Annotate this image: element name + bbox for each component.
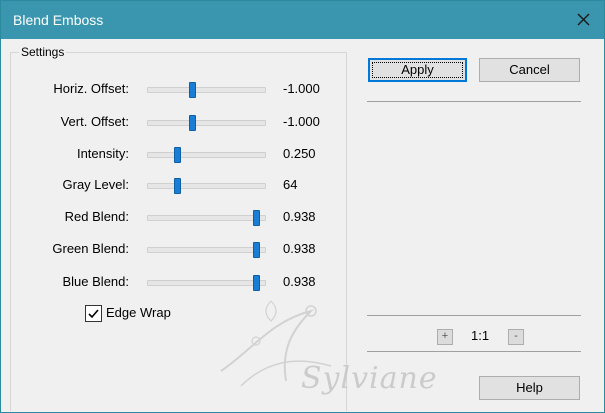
slider-label: Blue Blend: bbox=[62, 274, 130, 289]
slider-track[interactable] bbox=[147, 178, 266, 194]
window-title: Blend Emboss bbox=[13, 12, 104, 28]
slider-label: Gray Level: bbox=[62, 177, 129, 192]
apply-button[interactable]: Apply bbox=[368, 58, 467, 82]
edge-wrap-box[interactable] bbox=[85, 305, 102, 322]
slider-value: 0.938 bbox=[283, 241, 316, 256]
zoom-out-icon: - bbox=[514, 330, 518, 342]
preview-bottom-divider bbox=[367, 315, 581, 316]
slider-thumb[interactable] bbox=[174, 178, 181, 194]
title-bar[interactable]: Blend Emboss bbox=[1, 1, 604, 39]
slider-track[interactable] bbox=[147, 147, 266, 163]
cancel-label: Cancel bbox=[509, 62, 550, 77]
slider-track[interactable] bbox=[147, 210, 266, 226]
slider-track[interactable] bbox=[147, 242, 266, 258]
slider-label: Vert. Offset: bbox=[60, 114, 129, 129]
settings-group-label: Settings bbox=[19, 45, 67, 59]
slider-label: Intensity: bbox=[76, 146, 129, 161]
preview-top-divider bbox=[367, 101, 581, 102]
apply-focus-rect bbox=[372, 62, 463, 78]
slider-thumb[interactable] bbox=[253, 275, 260, 291]
slider-thumb[interactable] bbox=[253, 242, 260, 258]
slider-value: 0.938 bbox=[283, 274, 316, 289]
slider-thumb[interactable] bbox=[174, 147, 181, 163]
edge-wrap-label: Edge Wrap bbox=[106, 305, 171, 320]
close-icon bbox=[577, 13, 590, 26]
cancel-button[interactable]: Cancel bbox=[479, 58, 580, 82]
zoom-level: 1:1 bbox=[471, 328, 490, 343]
slider-label: Green Blend: bbox=[52, 241, 129, 256]
close-button[interactable] bbox=[568, 5, 598, 35]
slider-value: 64 bbox=[283, 177, 298, 192]
watermark-text: Sylviane bbox=[301, 361, 438, 396]
slider-value: -1.000 bbox=[283, 114, 320, 129]
checkmark-icon bbox=[88, 309, 99, 319]
slider-track[interactable] bbox=[147, 115, 266, 131]
help-divider bbox=[367, 351, 581, 352]
slider-thumb[interactable] bbox=[253, 210, 260, 226]
dialog-window: Blend Emboss Settings Horiz. Offset: -1.0… bbox=[0, 0, 605, 413]
zoom-out-button[interactable]: - bbox=[508, 329, 524, 345]
slider-value: 0.938 bbox=[283, 209, 316, 224]
slider-label: Horiz. Offset: bbox=[53, 81, 129, 96]
preview-area[interactable] bbox=[367, 107, 581, 313]
zoom-in-button[interactable]: + bbox=[437, 329, 453, 345]
slider-track[interactable] bbox=[147, 82, 266, 98]
slider-value: -1.000 bbox=[283, 81, 320, 96]
slider-thumb[interactable] bbox=[189, 82, 196, 98]
slider-thumb[interactable] bbox=[189, 115, 196, 131]
slider-value: 0.250 bbox=[283, 146, 316, 161]
slider-track[interactable] bbox=[147, 275, 266, 291]
zoom-in-icon: + bbox=[441, 330, 449, 342]
help-label: Help bbox=[516, 380, 543, 395]
slider-label: Red Blend: bbox=[64, 209, 129, 224]
help-button[interactable]: Help bbox=[479, 376, 580, 400]
